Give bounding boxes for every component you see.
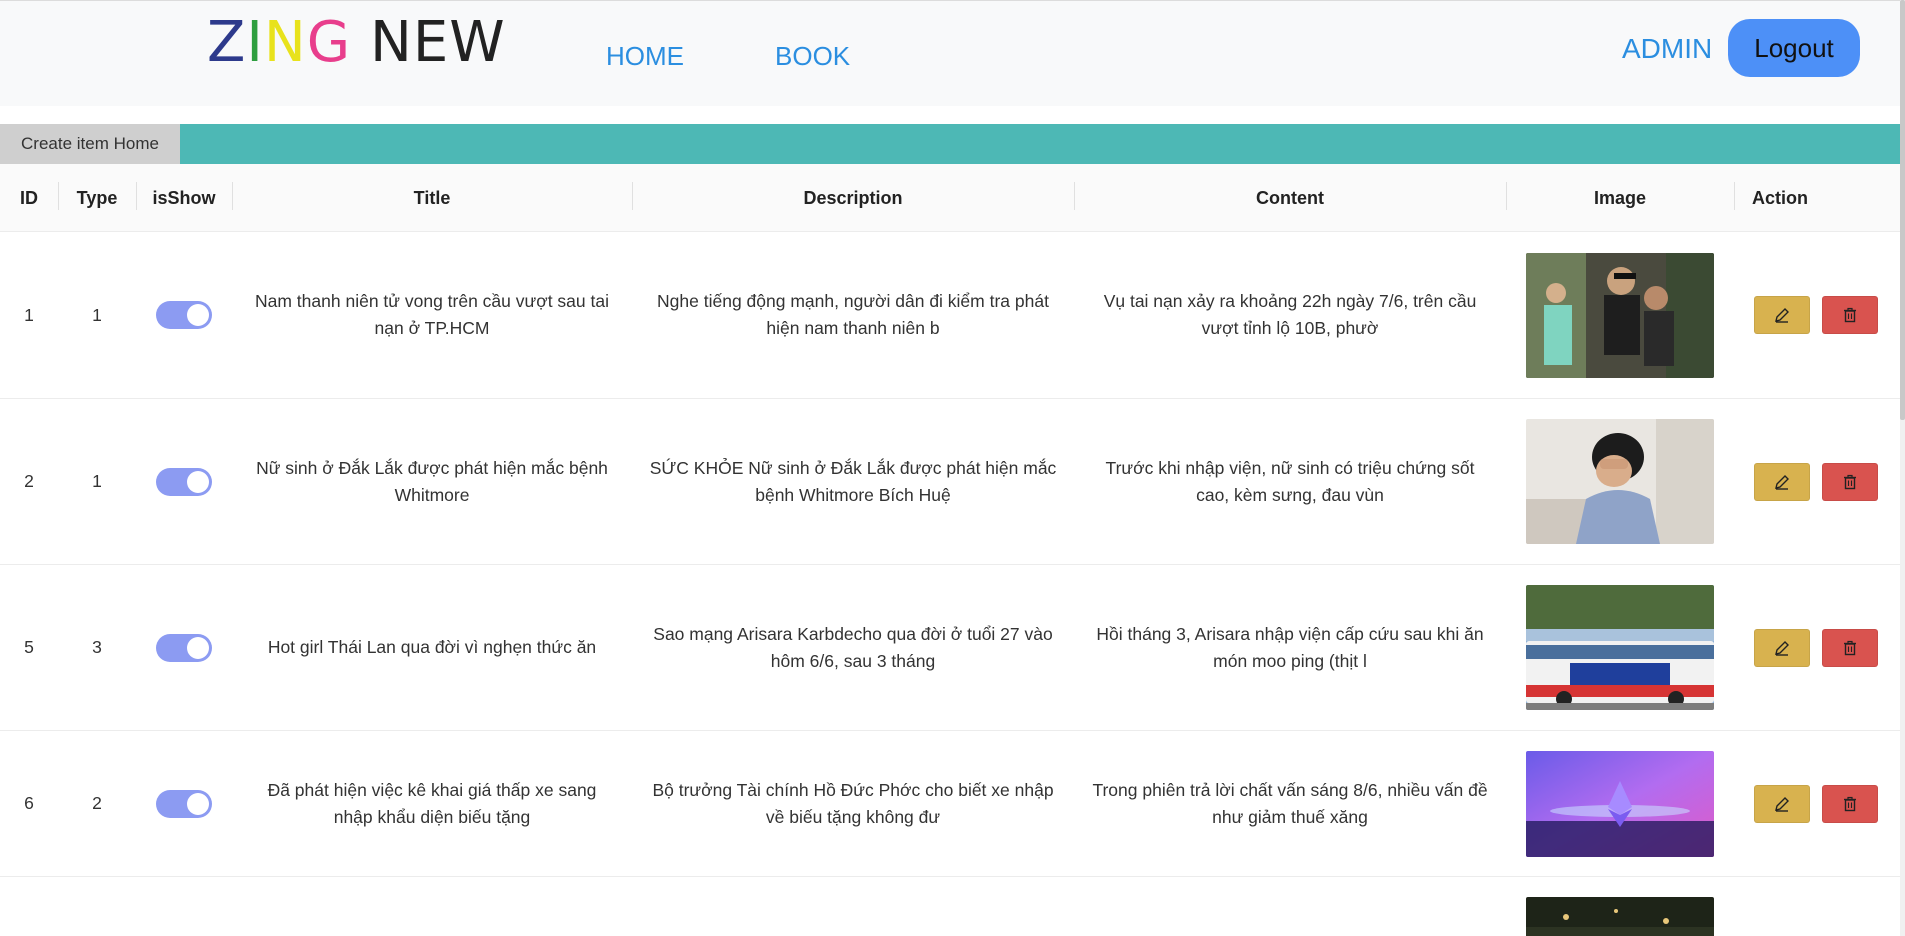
cell-content: Hồi tháng 3, Arisara nhập viện cấp cứu s…	[1096, 623, 1484, 671]
logo-letter: N	[370, 10, 413, 75]
pencil-icon	[1775, 796, 1789, 812]
cell-isshow	[136, 232, 232, 398]
table-header: ID Type isShow Title Description Content…	[0, 164, 1900, 232]
create-item-button[interactable]: Create item Home	[0, 124, 180, 164]
cell-title: Nữ sinh ở Đắk Lắk được phát hiện mắc bện…	[256, 457, 608, 505]
edit-button[interactable]	[1754, 784, 1810, 823]
nav-book-link[interactable]: BOOK	[775, 41, 850, 72]
logo-letter: E	[412, 10, 450, 75]
logo-letter: N	[263, 10, 307, 75]
cell-image	[1506, 399, 1734, 564]
cell-content: Trước khi nhập viện, nữ sinh có triệu ch…	[1105, 457, 1475, 505]
brand-logo[interactable]: ZING NEW	[207, 11, 506, 75]
col-header-title[interactable]: Title	[232, 164, 632, 232]
logo-letter: Z	[207, 10, 247, 75]
page-scrollbar[interactable]	[1900, 0, 1905, 936]
delete-button[interactable]	[1822, 296, 1878, 334]
cell-type: 1	[92, 471, 102, 491]
isshow-toggle[interactable]	[156, 301, 212, 329]
toggle-knob	[187, 470, 209, 493]
thumbnail-image	[1526, 750, 1714, 857]
thumbnail-image	[1526, 585, 1714, 710]
table-row: 1 1 Nam thanh niên tử vong trên cầu vượt…	[0, 232, 1900, 399]
cell-id: 1	[24, 304, 34, 325]
cell-id: 2	[24, 471, 34, 491]
col-header-content[interactable]: Content	[1074, 164, 1506, 232]
cell-title: Nam thanh niên tử vong trên cầu vượt sau…	[255, 291, 609, 338]
edit-button[interactable]	[1754, 462, 1810, 501]
toggle-knob	[187, 636, 209, 659]
scrollbar-thumb[interactable]	[1900, 0, 1905, 420]
logo-letter: I	[246, 10, 264, 75]
cell-type: 1	[92, 304, 102, 325]
pencil-icon	[1775, 308, 1789, 323]
cell-id: 6	[24, 793, 34, 813]
cell-isshow	[136, 399, 232, 564]
cell-type: 3	[92, 637, 102, 657]
col-header-action[interactable]: Action	[1734, 164, 1826, 232]
edit-button[interactable]	[1754, 628, 1810, 667]
cell-content: Vụ tai nạn xảy ra khoảng 22h ngày 7/6, t…	[1103, 291, 1477, 338]
cell-description: Bộ trưởng Tài chính Hồ Đức Phớc cho biết…	[652, 779, 1054, 827]
cell-actions	[1734, 565, 1900, 730]
thumbnail-image	[1526, 897, 1714, 936]
cell-image	[1506, 232, 1734, 398]
pencil-icon	[1775, 640, 1789, 656]
thumbnail-image	[1526, 252, 1714, 378]
cell-title: Hot girl Thái Lan qua đời vì nghẹn thức …	[267, 637, 597, 657]
col-header-image[interactable]: Image	[1506, 164, 1734, 232]
isshow-toggle[interactable]	[156, 789, 212, 818]
edit-button[interactable]	[1754, 296, 1810, 334]
cell-actions	[1734, 399, 1900, 564]
cell-actions	[1734, 731, 1900, 876]
table-row: 5 3 Hot girl Thái Lan qua đời vì nghẹn t…	[0, 565, 1900, 731]
cell-description: SỨC KHỎE Nữ sinh ở Đắk Lắk được phát hiệ…	[649, 457, 1057, 505]
nav-home-link[interactable]: HOME	[606, 41, 684, 72]
toggle-knob	[187, 792, 209, 815]
delete-button[interactable]	[1822, 784, 1878, 823]
cell-content: Trong phiên trả lời chất vấn sáng 8/6, n…	[1092, 779, 1488, 827]
trash-icon	[1844, 474, 1856, 489]
table-row: 6 2 Đã phát hiện việc kê khai giá thấp x…	[0, 731, 1900, 877]
col-header-description[interactable]: Description	[632, 164, 1074, 232]
logo-letter: W	[449, 10, 506, 75]
admin-link[interactable]: ADMIN	[1622, 33, 1712, 65]
cell-title: Đã phát hiện việc kê khai giá thấp xe sa…	[267, 779, 597, 827]
col-header-type[interactable]: Type	[58, 164, 136, 232]
items-table: ID Type isShow Title Description Content…	[0, 164, 1900, 936]
cell-actions	[1734, 232, 1900, 398]
cell-id: 5	[24, 637, 34, 657]
cell-isshow	[136, 731, 232, 876]
pencil-icon	[1775, 474, 1789, 490]
delete-button[interactable]	[1822, 628, 1878, 667]
toggle-knob	[187, 304, 209, 326]
cell-image	[1506, 731, 1734, 876]
trash-icon	[1844, 307, 1856, 323]
col-header-id[interactable]: ID	[0, 164, 58, 232]
cell-type: 2	[92, 793, 102, 813]
cell-image	[1506, 877, 1734, 936]
delete-button[interactable]	[1822, 462, 1878, 501]
trash-icon	[1844, 796, 1856, 811]
logo-letter: G	[306, 10, 352, 75]
isshow-toggle[interactable]	[156, 633, 212, 662]
thumbnail-image	[1526, 419, 1714, 544]
cell-description: Nghe tiếng động mạnh, người dân đi kiểm …	[657, 291, 1049, 338]
col-header-isshow[interactable]: isShow	[136, 164, 232, 232]
table-row: 2 1 Nữ sinh ở Đắk Lắk được phát hiện mắc…	[0, 399, 1900, 565]
table-row	[0, 877, 1900, 936]
toolbar: Create item Home	[0, 124, 1900, 164]
cell-image	[1506, 565, 1734, 730]
trash-icon	[1844, 640, 1856, 655]
logout-button[interactable]: Logout	[1728, 19, 1860, 77]
cell-description: Sao mạng Arisara Karbdecho qua đời ở tuổ…	[653, 623, 1053, 671]
isshow-toggle[interactable]	[156, 467, 212, 496]
top-navbar: ZING NEW HOME BOOK ADMIN Logout	[0, 0, 1905, 106]
cell-isshow	[136, 565, 232, 730]
logo-letter	[351, 10, 370, 75]
